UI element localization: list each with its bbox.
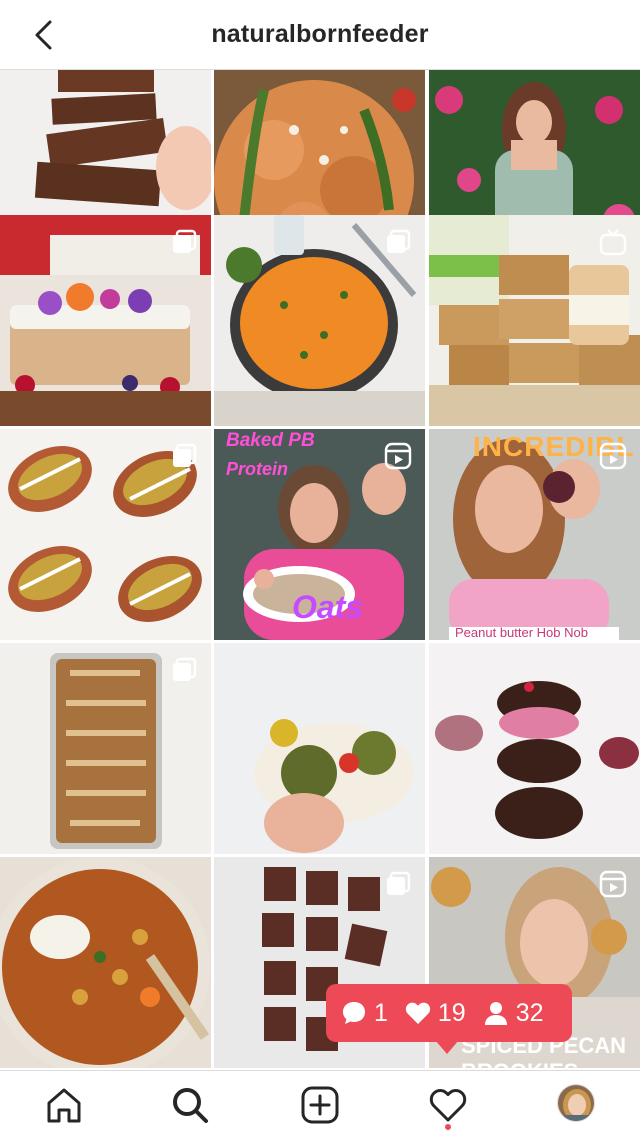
carousel-icon: [169, 441, 199, 471]
post-thumbnail: [429, 643, 640, 854]
search-button[interactable]: [170, 1085, 210, 1125]
carousel-icon: [169, 655, 199, 685]
profile-username: naturalbornfeeder: [211, 20, 429, 48]
activity-popup-pointer: [435, 1040, 459, 1054]
activity-notification-dot: [445, 1124, 451, 1130]
post-tile-chickpea-stew[interactable]: [0, 857, 211, 1068]
carousel-icon: [169, 227, 199, 257]
post-tile-loaded-sweet-potatoes[interactable]: [0, 429, 211, 640]
new-post-icon: [301, 1086, 339, 1124]
reel-icon: [598, 441, 628, 471]
post-tile-flower-cake[interactable]: [0, 215, 211, 426]
carousel-icon: [383, 227, 413, 257]
post-tile-chocolate-cakes[interactable]: [429, 643, 640, 854]
reel-overlay-oats: Oats: [292, 589, 364, 625]
person-icon: [484, 1002, 507, 1025]
post-tile-baked-pb-oats-reel[interactable]: Baked PB Protein Oats: [214, 429, 425, 640]
activity-button[interactable]: [428, 1085, 468, 1125]
reel-overlay-title: Baked PB: [226, 430, 315, 451]
post-thumbnail: [214, 643, 425, 854]
reel-icon: [598, 869, 628, 899]
likes-count-value: 19: [437, 998, 466, 1027]
post-tile-falafel-wrap[interactable]: [214, 643, 425, 854]
post-tile-peanut-butter-hob-nob-reel[interactable]: INCREDIBL Peanut butter Hob Nob: [429, 429, 640, 640]
profile-header: naturalbornfeeder: [0, 0, 640, 70]
likes-count: 19: [404, 999, 466, 1028]
post-tile-flapjack-bars[interactable]: [429, 215, 640, 426]
home-icon: [47, 1088, 81, 1123]
reel-icon: [383, 441, 413, 471]
post-tile-orange-pasta[interactable]: [214, 215, 425, 426]
reel-caption: Peanut butter Hob Nob: [455, 625, 588, 640]
post-thumbnail: [0, 857, 211, 1068]
search-icon: [173, 1088, 208, 1123]
home-button[interactable]: [44, 1085, 84, 1125]
comment-icon: [343, 1002, 365, 1024]
activity-heart-icon: [429, 1088, 467, 1122]
carousel-icon: [383, 869, 413, 899]
profile-avatar[interactable]: [557, 1084, 595, 1122]
posts-grid: Baked PB Protein Oats INCREDIBL Peanut b…: [0, 70, 640, 1070]
follows-count-value: 32: [515, 998, 544, 1027]
comments-count-value: 1: [374, 998, 388, 1027]
activity-popup[interactable]: 1 19 32: [326, 984, 572, 1042]
bottom-navigation: [0, 1070, 640, 1138]
follows-count: 32: [482, 999, 544, 1028]
heart-icon: [405, 1002, 431, 1024]
post-tile-loaf-cake[interactable]: [0, 643, 211, 854]
comments-count: 1: [340, 999, 388, 1028]
reel-overlay-subtitle: Protein: [226, 459, 289, 479]
igtv-icon: [598, 227, 628, 257]
new-post-button[interactable]: [300, 1085, 340, 1125]
